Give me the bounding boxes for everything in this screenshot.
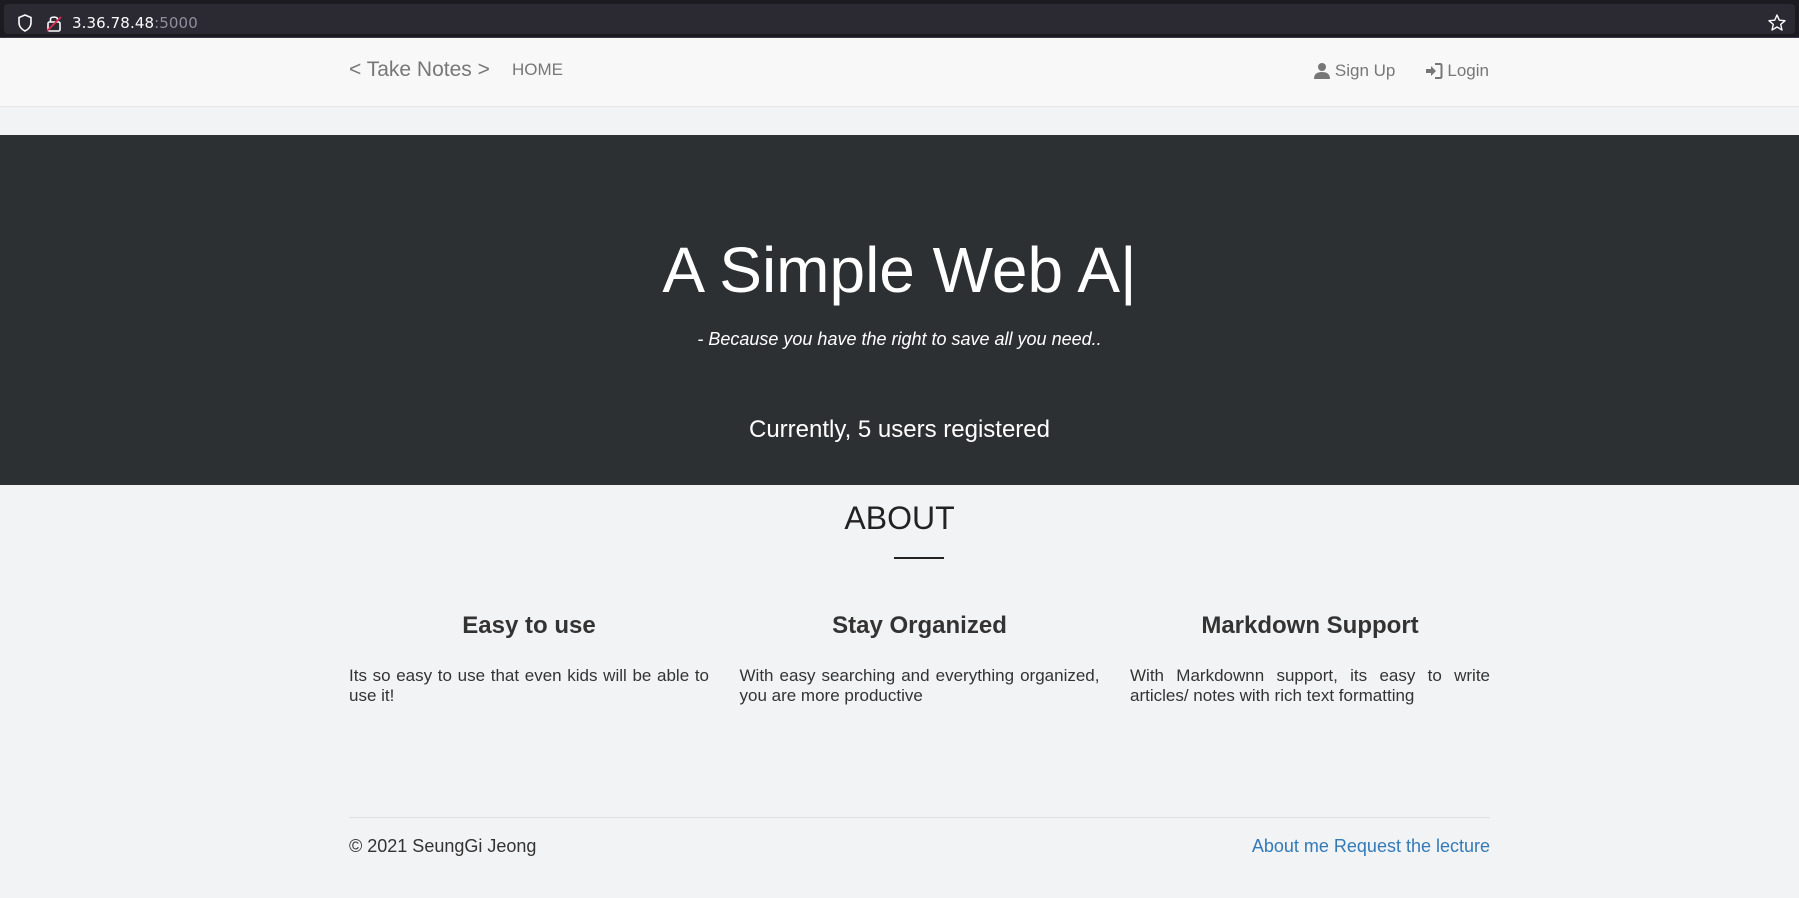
address-bar[interactable]: 3.36.78.48:5000	[4, 4, 1795, 34]
brand-link[interactable]: < Take Notes >	[349, 58, 490, 82]
feature-title: Stay Organized	[832, 612, 1007, 639]
signup-link[interactable]: Sign Up	[1313, 61, 1395, 81]
url-port: :5000	[154, 14, 198, 32]
url-text[interactable]: 3.36.78.48:5000	[72, 14, 198, 32]
feature-easy-to-use: Easy to use Its so easy to use that even…	[349, 612, 709, 706]
login-icon	[1426, 63, 1443, 79]
about-me-link[interactable]: About me	[1252, 836, 1329, 856]
hero-title-text: A Simple Web A	[662, 234, 1121, 306]
feature-title: Easy to use	[462, 612, 596, 639]
user-icon	[1313, 63, 1330, 79]
feature-title: Markdown Support	[1201, 612, 1419, 639]
browser-toolbar: 3.36.78.48:5000	[0, 0, 1799, 38]
nav-right: Sign Up Login	[1313, 61, 1489, 81]
hero-title: A Simple Web A|	[0, 238, 1799, 302]
about-divider	[894, 557, 944, 559]
registered-users-count: Currently, 5 users registered	[748, 416, 1050, 443]
request-lecture-link[interactable]: Request the lecture	[1334, 836, 1490, 856]
footer-divider	[349, 817, 1490, 818]
typing-cursor: |	[1120, 234, 1137, 306]
feature-text: With easy searching and everything organ…	[739, 666, 1100, 705]
login-link[interactable]: Login	[1425, 61, 1489, 81]
features-row: Easy to use Its so easy to use that even…	[349, 612, 1490, 706]
url-host: 3.36.78.48	[72, 14, 155, 32]
feature-text: With Markdownn support, its easy to writ…	[1130, 666, 1490, 705]
signup-label: Sign Up	[1334, 61, 1396, 80]
footer-copyright: © 2021 SeungGi Jeong	[349, 836, 537, 856]
login-label: Login	[1447, 61, 1489, 80]
feature-stay-organized: Stay Organized With easy searching and e…	[740, 612, 1100, 706]
shield-icon[interactable]	[17, 14, 33, 32]
footer-links: About me Request the lecture	[1252, 836, 1490, 857]
hero-tagline: - Because you have the right to save all…	[697, 329, 1102, 349]
about-title: ABOUT	[844, 500, 955, 536]
navbar: < Take Notes > HOME Sign Up Login	[0, 38, 1799, 107]
feature-text: Its so easy to use that even kids will b…	[349, 666, 709, 705]
lock-icon[interactable]	[45, 13, 63, 33]
nav-home-link[interactable]: HOME	[512, 60, 563, 80]
star-icon[interactable]	[1767, 13, 1787, 33]
hero-section: A Simple Web A| - Because you have the r…	[0, 135, 1799, 485]
feature-markdown-support: Markdown Support With Markdownn support,…	[1130, 612, 1490, 706]
